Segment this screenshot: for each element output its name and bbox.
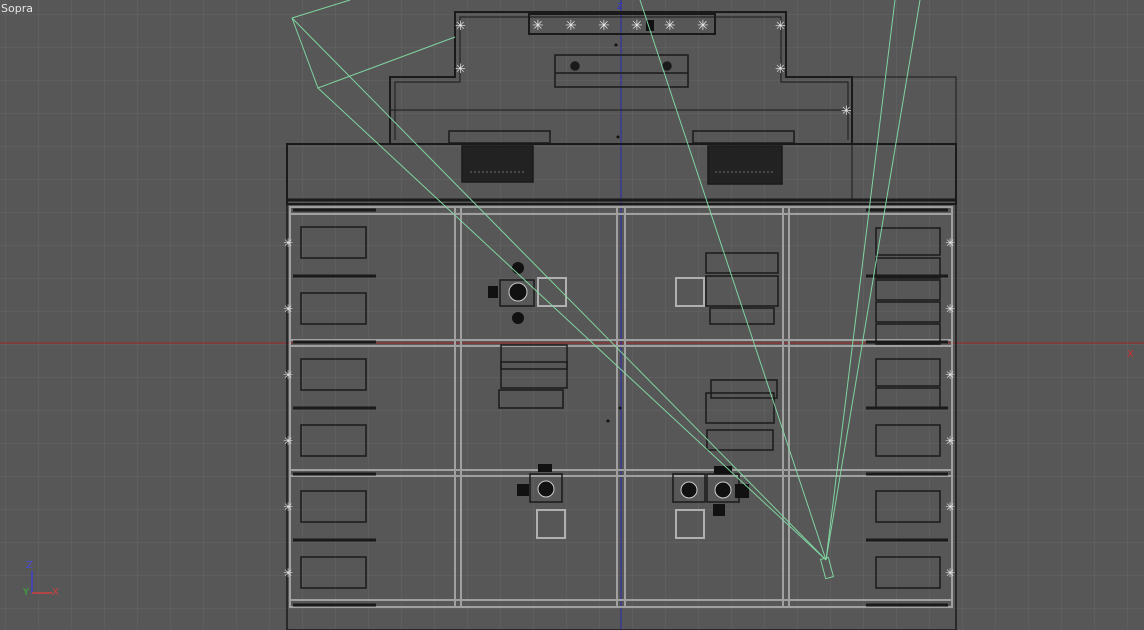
light-icon: ✳ <box>283 236 293 250</box>
light-icon: ✳ <box>283 500 293 514</box>
axis-gizmo: Z Y X <box>20 560 65 608</box>
light-icon: ✳ <box>945 368 955 382</box>
light-icon: ✳ <box>775 19 786 34</box>
light-icon: ✳ <box>283 302 293 316</box>
light-icon: ✳ <box>945 236 955 250</box>
x-axis-label: X <box>1127 349 1134 360</box>
grid <box>0 0 1144 630</box>
scene-canvas[interactable]: ✳ ✳ ✳ ✳ ✳ ✳ ✳ ✳ ✳ ✳ ✳ ✳ ✳ ✳ ✳ ✳ ✳ ✳ ✳ ✳ … <box>0 0 1144 630</box>
light-icon: ✳ <box>945 302 955 316</box>
light-icon: ✳ <box>532 18 544 34</box>
light-icon: ✳ <box>775 62 786 77</box>
light-icon: ✳ <box>631 18 643 34</box>
gizmo-x-label: X <box>52 587 59 598</box>
z-axis-label: Z <box>617 2 623 11</box>
top-viewport[interactable]: ✳ ✳ ✳ ✳ ✳ ✳ ✳ ✳ ✳ ✳ ✳ ✳ ✳ ✳ ✳ ✳ ✳ ✳ ✳ ✳ … <box>0 0 1144 630</box>
gizmo-y-label: Y <box>23 587 30 598</box>
light-icon: ✳ <box>283 434 293 448</box>
light-icon: ✳ <box>945 500 955 514</box>
light-icon: ✳ <box>455 62 466 77</box>
light-icon: ✳ <box>283 368 293 382</box>
light-icon: ✳ <box>598 18 610 34</box>
light-icon: ✳ <box>283 566 293 580</box>
gizmo-z-label: Z <box>26 560 33 571</box>
light-icon: ✳ <box>565 18 577 34</box>
light-icon: ✳ <box>664 18 676 34</box>
light-icon: ✳ <box>455 19 466 34</box>
light-icon: ✳ <box>945 434 955 448</box>
light-icon: ✳ <box>841 104 852 119</box>
viewport-label[interactable]: Sopra <box>1 2 33 15</box>
light-icon: ✳ <box>945 566 955 580</box>
light-icon: ✳ <box>697 18 709 34</box>
